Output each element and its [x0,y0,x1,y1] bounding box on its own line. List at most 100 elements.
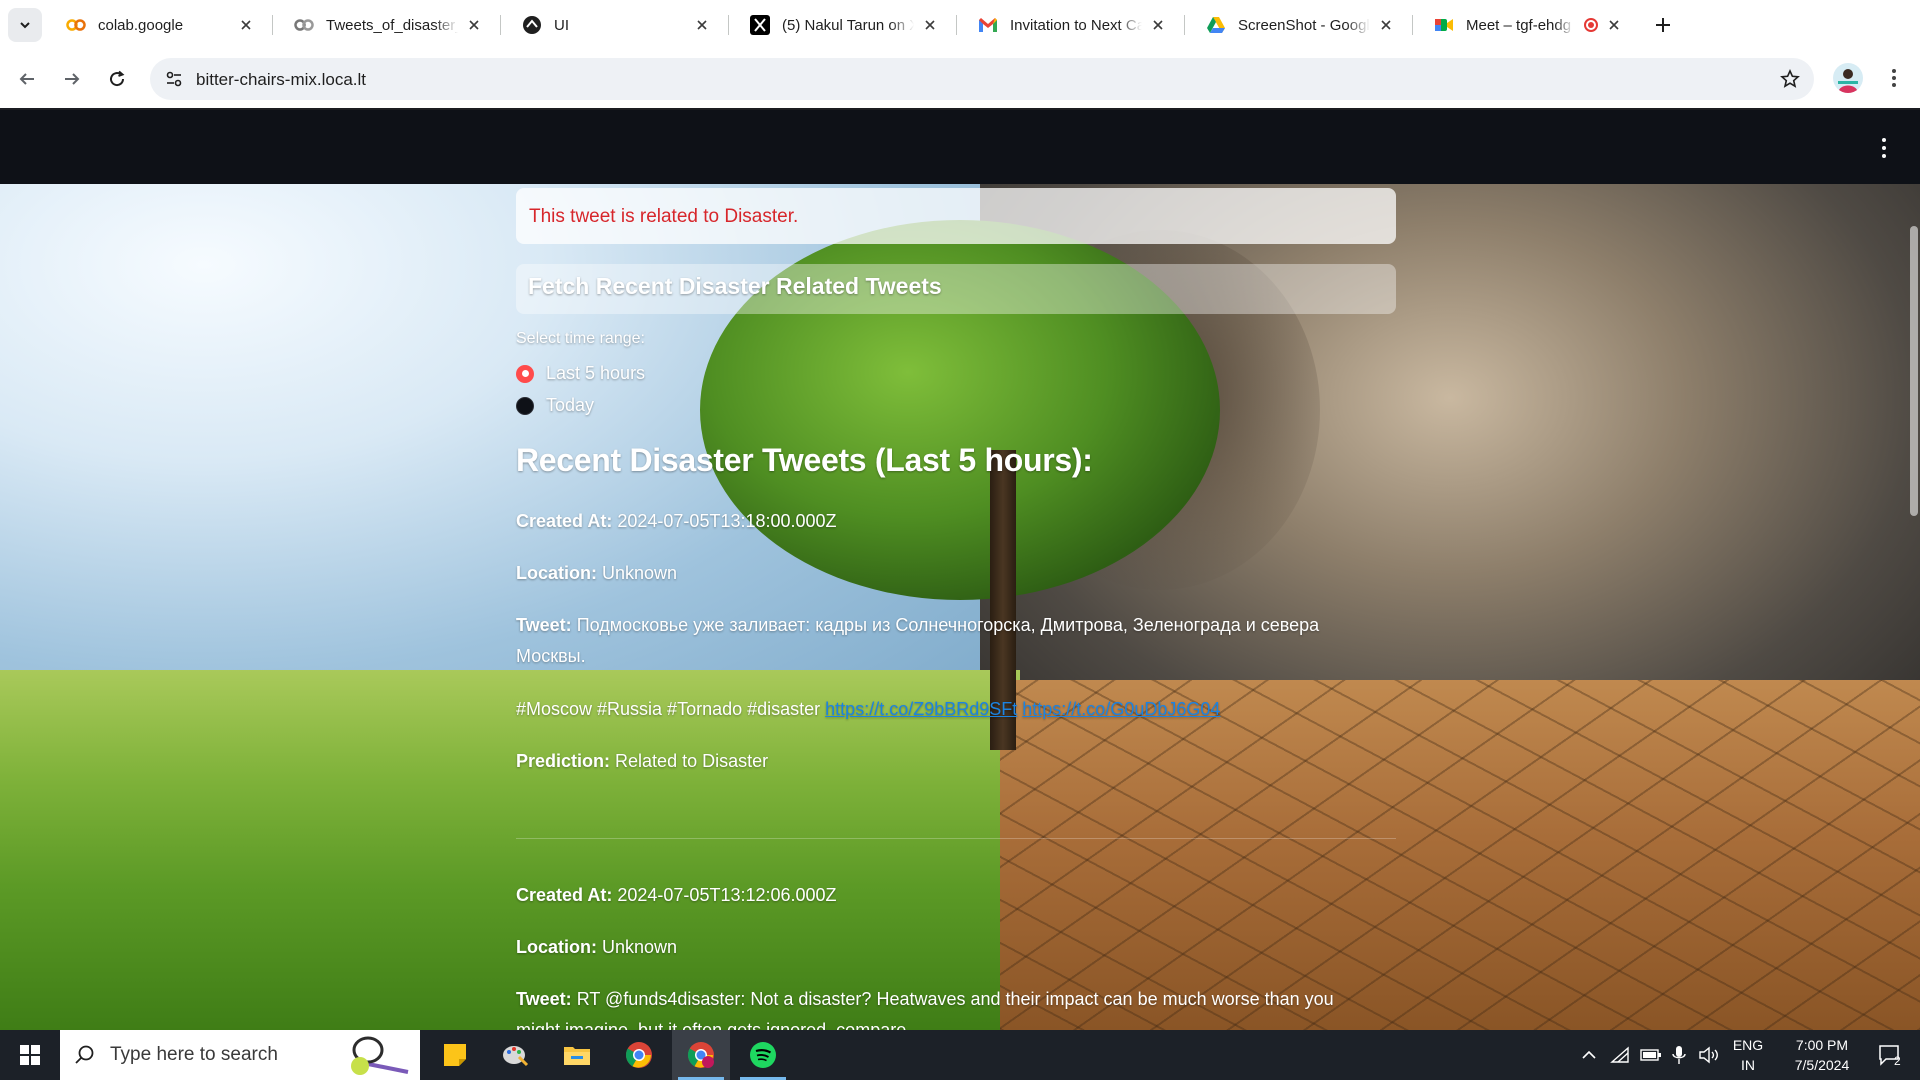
bookmark-star-icon[interactable] [1778,67,1802,91]
forward-button[interactable] [55,62,89,96]
tweet-label: Tweet: [516,989,572,1009]
chrome-profile-icon [687,1042,714,1068]
tweet-link-1[interactable]: https://t.co/Z9bBRd9SFt [825,699,1017,719]
tab-gmail[interactable]: Invitation to Next Ca [964,4,1178,46]
plus-icon [1656,18,1670,32]
language-region: IN [1741,1057,1755,1073]
taskbar-file-explorer[interactable] [548,1030,606,1080]
tweet-hashtags: #Moscow #Russia #Tornado #disaster [516,699,821,719]
profile-avatar[interactable] [1833,63,1863,93]
notification-count: 2 [1894,1054,1901,1068]
browser-menu-icon[interactable] [1880,64,1908,92]
tab-separator [272,15,273,35]
arrow-right-icon [65,73,80,85]
close-icon[interactable] [1606,17,1622,33]
x-icon [750,15,770,35]
notification-center[interactable]: 2 [1870,1030,1910,1080]
page-viewport: This tweet is related to Disaster. Fetch… [0,110,1920,1030]
taskbar-paint[interactable] [486,1030,544,1080]
radio-selected-icon[interactable] [516,364,534,383]
tab-strip: colab.google Tweets_of_disaster_o UI (5)… [0,0,1920,50]
created-at-value: 2024-07-05T13:12:06.000Z [617,885,837,905]
gmail-icon [978,15,998,35]
clock-date: 7/5/2024 [1794,1057,1850,1073]
alert-text: This tweet is related to Disaster. [529,206,799,227]
radio-label-today: Today [546,395,595,415]
start-button[interactable] [0,1030,60,1080]
tweet-link-2[interactable]: https://t.co/G0uDbJ6G04 [1022,699,1220,719]
input-language[interactable]: ENG IN [1726,1030,1770,1080]
tab-x-post[interactable]: (5) Nakul Tarun on X: [736,4,950,46]
taskbar-chrome[interactable] [610,1030,668,1080]
battery-icon [1640,1049,1661,1061]
tab-separator [728,15,729,35]
reload-icon [110,70,125,87]
colab-icon [66,15,86,35]
prediction-label: Prediction: [516,751,611,771]
taskbar-chrome-profile[interactable] [672,1030,730,1080]
browser-toolbar: bitter-chairs-mix.loca.lt [0,50,1920,160]
site-info-icon[interactable] [160,65,188,93]
streamlit-icon [522,15,542,35]
show-hidden-icons[interactable] [1578,1030,1600,1080]
close-icon[interactable] [1378,17,1394,33]
radio-unselected-icon[interactable] [516,396,534,415]
taskbar: Type here to search ENG IN 7:00 PM 7/5/2… [0,1030,1920,1080]
reload-button[interactable] [100,62,134,96]
chrome-icon [625,1042,652,1068]
radio-today[interactable]: Today [516,395,594,416]
location-label: Location: [516,563,597,583]
tweet-hashtags-line: #Moscow #Russia #Tornado #disaster https… [516,694,1376,725]
microphone-status[interactable] [1668,1030,1690,1080]
taskbar-search[interactable]: Type here to search [60,1030,420,1080]
clock[interactable]: 7:00 PM 7/5/2024 [1776,1030,1868,1080]
volume-control[interactable] [1696,1030,1722,1080]
radio-last-5-hours[interactable]: Last 5 hours [516,363,645,384]
tweet-text: Tweet: Подмосковье уже заливает: кадры и… [516,610,1376,672]
google-drive-icon [1206,15,1226,35]
address-bar[interactable]: bitter-chairs-mix.loca.lt [150,58,1814,100]
tab-google-meet[interactable]: Meet – tgf-ehdg [1420,4,1634,46]
windows-logo-icon [20,1045,40,1065]
taskbar-spotify[interactable] [734,1030,792,1080]
file-explorer-icon [564,1047,590,1065]
tab-colab[interactable]: colab.google [52,4,266,46]
tab-google-drive[interactable]: ScreenShot - Google [1192,4,1406,46]
tweet-label: Tweet: [516,615,572,635]
location-value: Unknown [602,563,678,583]
results-heading: Recent Disaster Tweets (Last 5 hours): [516,442,1093,478]
chevron-down-icon [20,22,30,29]
language-code: ENG [1732,1037,1764,1053]
clock-time: 7:00 PM [1795,1037,1849,1053]
tab-tweets-of-disaster[interactable]: Tweets_of_disaster_o [280,4,494,46]
tab-title: (5) Nakul Tarun on X: [782,16,914,34]
radio-label-last-5-hours: Last 5 hours [546,363,646,383]
network-status[interactable] [1608,1030,1632,1080]
time-range-label: Select time range: [516,330,645,347]
tab-ui[interactable]: UI [508,4,722,46]
tab-search-button[interactable] [8,8,42,42]
recording-icon [1584,18,1598,32]
tab-title: Tweets_of_disaster_o [326,16,458,34]
sticky-notes-icon [444,1044,466,1066]
back-button[interactable] [10,62,44,96]
close-icon[interactable] [694,17,710,33]
close-icon[interactable] [238,17,254,33]
close-icon[interactable] [1150,17,1166,33]
tweet-created-at: Created At: 2024-07-05T13:18:00.000Z [516,506,1376,537]
fetch-tweets-title: Fetch Recent Disaster Related Tweets [528,273,942,299]
search-placeholder: Type here to search [110,1044,278,1065]
tab-separator [1184,15,1185,35]
paint-icon [503,1046,529,1067]
new-tab-button[interactable] [1650,12,1676,38]
taskbar-sticky-notes[interactable] [426,1030,484,1080]
url-text[interactable]: bitter-chairs-mix.loca.lt [196,70,366,90]
page-scrollbar[interactable] [1910,226,1918,516]
location-value: Unknown [602,937,678,957]
close-icon[interactable] [922,17,938,33]
close-icon[interactable] [466,17,482,33]
app-header [0,110,1920,184]
tweet-location: Location: Unknown [516,558,1376,589]
app-main-menu-icon[interactable] [1874,134,1894,162]
battery-status[interactable] [1638,1030,1664,1080]
